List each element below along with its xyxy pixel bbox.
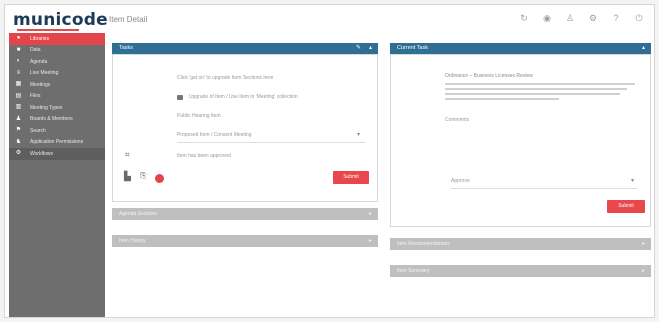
home-icon: ■ [16,46,21,53]
globe-icon[interactable]: ◉ [542,13,552,23]
sidebar-item-workflows[interactable]: ⚙ Workflows [9,148,105,160]
panel-tools: ▴ [642,43,645,54]
attachment-icon[interactable]: ⎘ [140,171,146,181]
flag-icon: ⚑ [15,127,22,134]
gauge-icon: ◐ [16,58,21,65]
document-icon[interactable]: ▙ [124,171,131,182]
expand-icon[interactable]: ▸ [642,238,645,250]
sidebar-item-label: Workflows [30,150,53,157]
chevron-down-icon[interactable]: ▾ [631,177,634,184]
panel-tools: ✎ ▴ [356,43,372,54]
sidebar-item-label: Libraries [30,35,50,42]
sub-line: Item has been approved [177,153,231,159]
sidebar-item-libraries[interactable]: ● Libraries [9,33,105,45]
sidebar-item-label: Files [30,93,41,100]
sidebar-item-meeting-types[interactable]: ▥ Meeting Types [9,102,105,114]
task-select[interactable]: Proposed Item / Consent Meeting [177,132,252,138]
panel-title: Item Recommendations [397,241,450,247]
breadcrumb: Item Detail [109,15,148,24]
app-window: municode Item Detail ↻ ◉ ♙ ⚙ ? ⏻ ● Libra… [4,4,655,318]
task-submit-button[interactable]: Submit [607,200,645,213]
record-icon[interactable] [155,174,164,183]
file-icon: ▤ [15,92,22,99]
sidebar-item-label: Data [30,47,41,54]
collapse-icon[interactable]: ▴ [369,43,372,54]
header-icons: ↻ ◉ ♙ ⚙ ? ⏻ [519,13,644,23]
item-recommendations-panel[interactable]: Item Recommendations ▸ [390,238,651,250]
logout-icon[interactable]: ⏻ [634,13,644,23]
municode-logo[interactable]: municode [13,10,108,30]
panel-title: Item History [119,238,146,244]
sidebar-item-label: Agenda [30,58,48,65]
task-description [445,83,635,103]
sidebar-item-search[interactable]: ⚑ Search [9,125,105,137]
settings-icon[interactable]: ⚙ [588,13,598,23]
expand-icon[interactable]: ▸ [369,208,372,220]
panel-title: Current Task [397,45,429,51]
tree-icon[interactable]: ⌗ [125,150,130,160]
collapse-icon[interactable]: ▴ [642,43,645,54]
top-header: municode Item Detail ↻ ◉ ♙ ⚙ ? ⏻ [5,5,654,33]
task-comments-label: Comments [445,117,470,123]
circle-icon: ● [16,35,21,42]
sidebar-item-label: Search [30,127,46,134]
tasks-panel-body: Click 'get on' to upgrade Item Sections … [112,54,378,202]
chevron-down-icon[interactable]: ▾ [357,131,360,138]
task-title: Ordinance – Business Licenses Review [445,73,533,79]
sidebar-nav: ● Libraries ■ Data ◐ Agenda ≡ Live Meeti… [9,33,105,317]
submit-button[interactable]: Submit [333,171,369,184]
sidebar-item-files[interactable]: ▤ Files [9,91,105,103]
sidebar-item-agenda[interactable]: ◐ Agenda [9,56,105,68]
users-icon: ♞ [15,138,22,145]
people-icon: ♟ [15,115,22,122]
expand-icon[interactable]: ▸ [642,265,645,277]
item-history-panel[interactable]: Item History ▸ [112,235,378,247]
sidebar-item-application-permissions[interactable]: ♞ Application Permissions [9,137,105,149]
folder-line[interactable]: Upgrade of Item / Use Item in 'Meeting' … [189,94,298,100]
tasks-panel-header[interactable]: Tasks ✎ ▴ [112,43,378,54]
edit-icon[interactable]: ✎ [356,43,361,54]
sidebar-item-meetings[interactable]: ▦ Meetings [9,79,105,91]
gear-icon: ⚙ [15,150,22,157]
current-task-header[interactable]: Current Task ▴ [390,43,651,54]
sidebar-item-boards-members[interactable]: ♟ Boards & Members [9,114,105,126]
refresh-icon[interactable]: ↻ [519,13,529,23]
expand-icon[interactable]: ▸ [369,235,372,247]
sidebar-item-data[interactable]: ■ Data [9,45,105,57]
grid-icon: ▦ [15,81,22,88]
doc-icon: ▥ [15,104,22,111]
sidebar-item-label: Meeting Types [30,104,63,111]
sidebar-item-label: Meetings [30,81,51,88]
decision-select[interactable]: Approve [451,178,470,184]
sidebar-item-live-meeting[interactable]: ≡ Live Meeting [9,68,105,80]
select-underline [451,188,637,189]
list-icon: ≡ [16,69,21,76]
sidebar-item-label: Application Permissions [30,139,84,146]
select-underline [177,142,365,143]
plain-line: Public Hearing Item [177,113,221,119]
panel-title: Item Summary [397,268,430,274]
help-icon[interactable]: ? [611,13,621,23]
user-icon[interactable]: ♙ [565,13,575,23]
agenda-sections-panel[interactable]: Agenda Sections ▸ [112,208,378,220]
item-summary-panel[interactable]: Item Summary ▸ [390,265,651,277]
folder-icon [177,95,183,100]
sidebar-item-label: Live Meeting [30,70,59,77]
logo-accent [17,29,79,31]
current-task-body: Ordinance – Business Licenses Review Com… [390,54,651,227]
panel-title: Tasks [119,45,134,51]
sidebar-item-label: Boards & Members [30,116,73,123]
panel-title: Agenda Sections [119,211,157,217]
tasks-prompt: Click 'get on' to upgrade Item Sections … [177,75,274,81]
